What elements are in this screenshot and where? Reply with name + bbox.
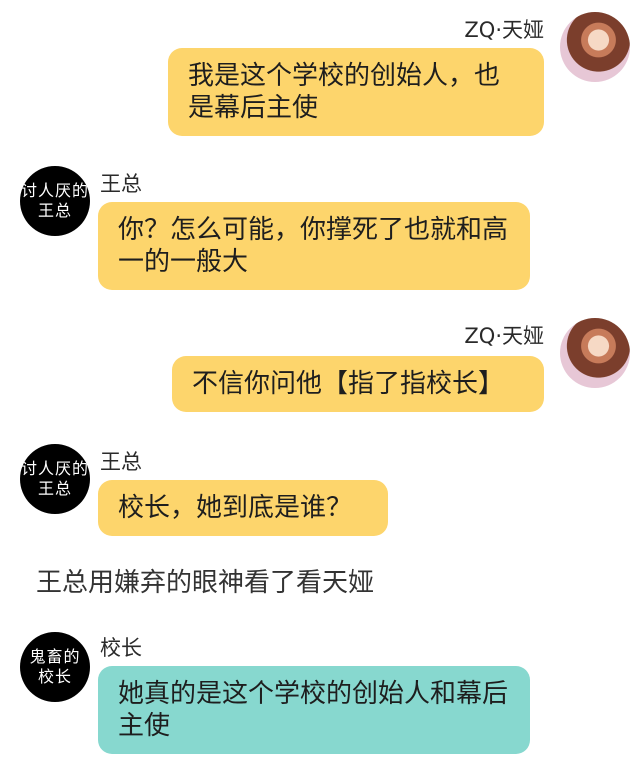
narration-text: 王总用嫌弃的眼神看了看天娅	[36, 568, 375, 598]
chat-bubble: 校长，她到底是谁？	[98, 480, 388, 536]
sender-name: 王总	[100, 172, 142, 196]
avatar-wangzong[interactable]: 讨人厌的 王总	[20, 166, 90, 236]
chat-bubble: 我是这个学校的创始人，也是幕后主使	[168, 48, 544, 136]
avatar-xiaozhang[interactable]: 鬼畜的 校长	[20, 632, 90, 702]
anime-girl-avatar[interactable]	[560, 12, 630, 82]
chat-bubble: 不信你问他【指了指校长】	[172, 356, 544, 412]
avatar-label-line2: 王总	[37, 201, 72, 220]
avatar-label-line1: 讨人厌的	[20, 459, 89, 478]
chat-bubble: 她真的是这个学校的创始人和幕后主使	[98, 666, 530, 754]
sender-name: ZQ·天娅	[464, 324, 544, 348]
sender-name: ZQ·天娅	[464, 18, 544, 42]
avatar-label-line1: 鬼畜的	[29, 647, 81, 666]
avatar-label-line1: 讨人厌的	[20, 181, 89, 200]
avatar-label-line2: 王总	[37, 479, 72, 498]
sender-name: 王总	[100, 450, 142, 474]
chat-bubble: 你？怎么可能，你撑死了也就和高一的一般大	[98, 202, 530, 290]
sender-name: 校长	[100, 636, 142, 660]
anime-girl-avatar[interactable]	[560, 318, 630, 388]
avatar-label-line2: 校长	[37, 667, 72, 686]
avatar-wangzong[interactable]: 讨人厌的 王总	[20, 444, 90, 514]
